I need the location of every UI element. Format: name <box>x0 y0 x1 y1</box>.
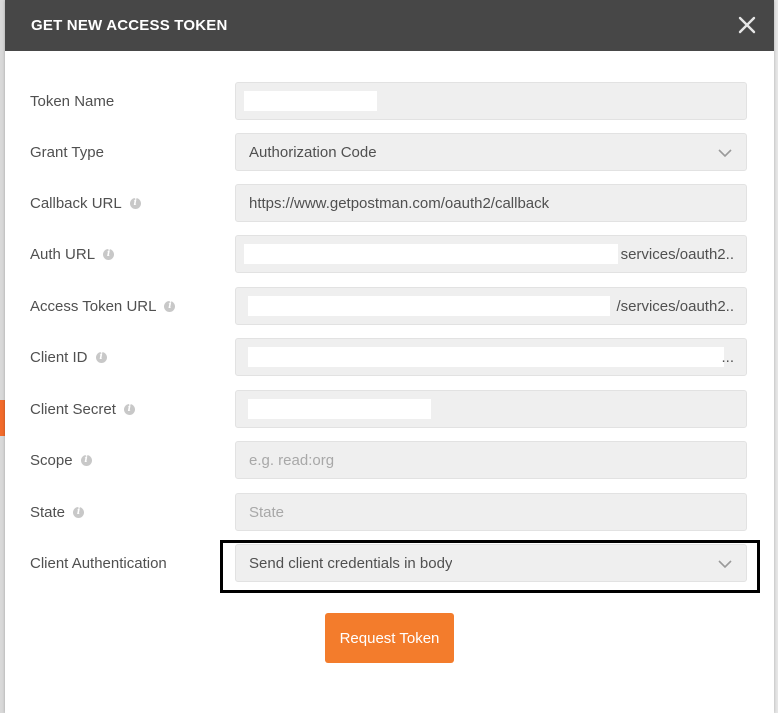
state-input[interactable]: State <box>235 493 747 531</box>
state-row: State i State <box>5 493 774 533</box>
callback-url-input[interactable]: https://www.getpostman.com/oauth2/callba… <box>235 184 747 222</box>
token-name-row: Token Name <box>5 82 774 122</box>
token-name-label: Token Name <box>30 93 115 110</box>
redacted-value <box>248 347 724 367</box>
scope-label: Scope i <box>30 452 92 469</box>
access-token-url-input[interactable]: /services/oauth2.. <box>235 287 747 325</box>
scope-row: Scope i e.g. read:org <box>5 441 774 481</box>
dialog-title: GET NEW ACCESS TOKEN <box>31 17 228 34</box>
redacted-value <box>244 91 377 111</box>
info-icon: i <box>123 404 135 415</box>
info-icon: i <box>73 507 85 518</box>
client-secret-row: Client Secret i <box>5 390 774 430</box>
token-name-input[interactable] <box>235 82 747 120</box>
auth-url-row: Auth URL i services/oauth2.. <box>5 235 774 275</box>
client-secret-input[interactable] <box>235 390 747 428</box>
client-id-input[interactable]: ... <box>235 338 747 376</box>
grant-type-label: Grant Type <box>30 144 104 161</box>
client-secret-label: Client Secret i <box>30 401 135 418</box>
callback-url-label: Callback URL i <box>30 195 141 212</box>
info-icon: i <box>103 249 115 260</box>
highlight-box <box>220 540 760 593</box>
close-icon[interactable] <box>734 12 760 38</box>
client-id-label: Client ID i <box>30 349 107 366</box>
info-icon: i <box>164 301 176 312</box>
info-icon: i <box>129 198 141 209</box>
state-label: State i <box>30 504 85 521</box>
grant-type-select[interactable]: Authorization Code <box>235 133 747 171</box>
request-token-button[interactable]: Request Token <box>325 613 454 663</box>
access-token-url-row: Access Token URL i /services/oauth2.. <box>5 287 774 327</box>
auth-url-input[interactable]: services/oauth2.. <box>235 235 747 273</box>
access-token-dialog: GET NEW ACCESS TOKEN Token Name Grant Ty… <box>5 0 774 713</box>
scope-input[interactable]: e.g. read:org <box>235 441 747 479</box>
auth-url-label: Auth URL i <box>30 246 115 263</box>
client-id-row: Client ID i ... <box>5 338 774 378</box>
dialog-header: GET NEW ACCESS TOKEN <box>5 0 774 51</box>
access-token-url-label: Access Token URL i <box>30 298 176 315</box>
callback-url-row: Callback URL i https://www.getpostman.co… <box>5 184 774 224</box>
redacted-value <box>248 399 431 419</box>
redacted-value <box>244 244 618 264</box>
info-icon: i <box>80 455 92 466</box>
grant-type-row: Grant Type Authorization Code <box>5 133 774 173</box>
client-authentication-label: Client Authentication <box>30 555 167 572</box>
info-icon: i <box>95 352 107 363</box>
chevron-down-icon <box>716 144 734 162</box>
redacted-value <box>248 296 610 316</box>
